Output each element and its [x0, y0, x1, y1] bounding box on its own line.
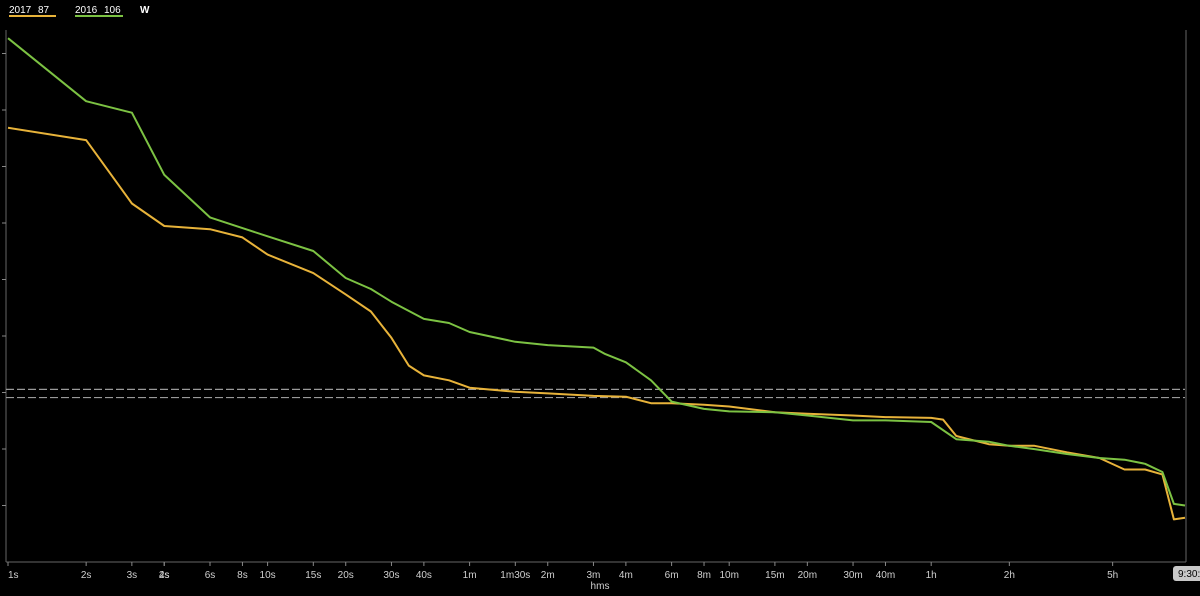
x-tick-label: 4s [159, 570, 170, 581]
x-tick-label: 15m [765, 570, 784, 581]
x-tick-label: 30s [383, 570, 399, 581]
x-tick-label: 2h [1004, 570, 1015, 581]
x-tick-label: 20s [338, 570, 354, 581]
x-tick-label: 1s [8, 570, 19, 581]
x-tick-label: 5h [1107, 570, 1118, 581]
x-tick-label: 2m [541, 570, 555, 581]
legend-unit: W [140, 5, 150, 16]
x-tick-label: 40m [876, 570, 895, 581]
x-tick-label: 2s [81, 570, 92, 581]
x-tick-label: 6s [205, 570, 216, 581]
legend-series-name-2017: 2017 [9, 5, 32, 16]
x-axis-title: hms [591, 581, 610, 592]
x-tick-label: 40s [416, 570, 432, 581]
cursor-readout[interactable]: 9:30: [1173, 566, 1200, 581]
x-tick-label: 10m [719, 570, 738, 581]
x-tick-label: 8s [237, 570, 248, 581]
x-tick-label: 6m [665, 570, 679, 581]
x-tick-label: 30m [843, 570, 862, 581]
x-tick-label: 10s [260, 570, 276, 581]
power-duration-chart: 2017 87 2016 106 W 1s 2s 2s3s 4s 6s 8s 10s 15s 2… [0, 0, 1200, 596]
x-tick-label: 1m [463, 570, 477, 581]
x-tick-label: 1h [926, 570, 937, 581]
chart-background [0, 0, 1200, 596]
x-tick-label: 4m [619, 570, 633, 581]
cursor-readout-text: 9:30: [1178, 569, 1200, 580]
legend-series-name-2016: 2016 [75, 5, 98, 16]
x-tick-label: 15s [305, 570, 321, 581]
legend-series-value-2017: 87 [38, 5, 50, 16]
x-tick-label: 3s [127, 570, 138, 581]
x-tick-label: 20m [798, 570, 817, 581]
x-tick-label: 1m30s [500, 570, 530, 581]
x-tick-label: 8m [697, 570, 711, 581]
legend-series-value-2016: 106 [104, 5, 121, 16]
x-tick-label: 3m [586, 570, 600, 581]
